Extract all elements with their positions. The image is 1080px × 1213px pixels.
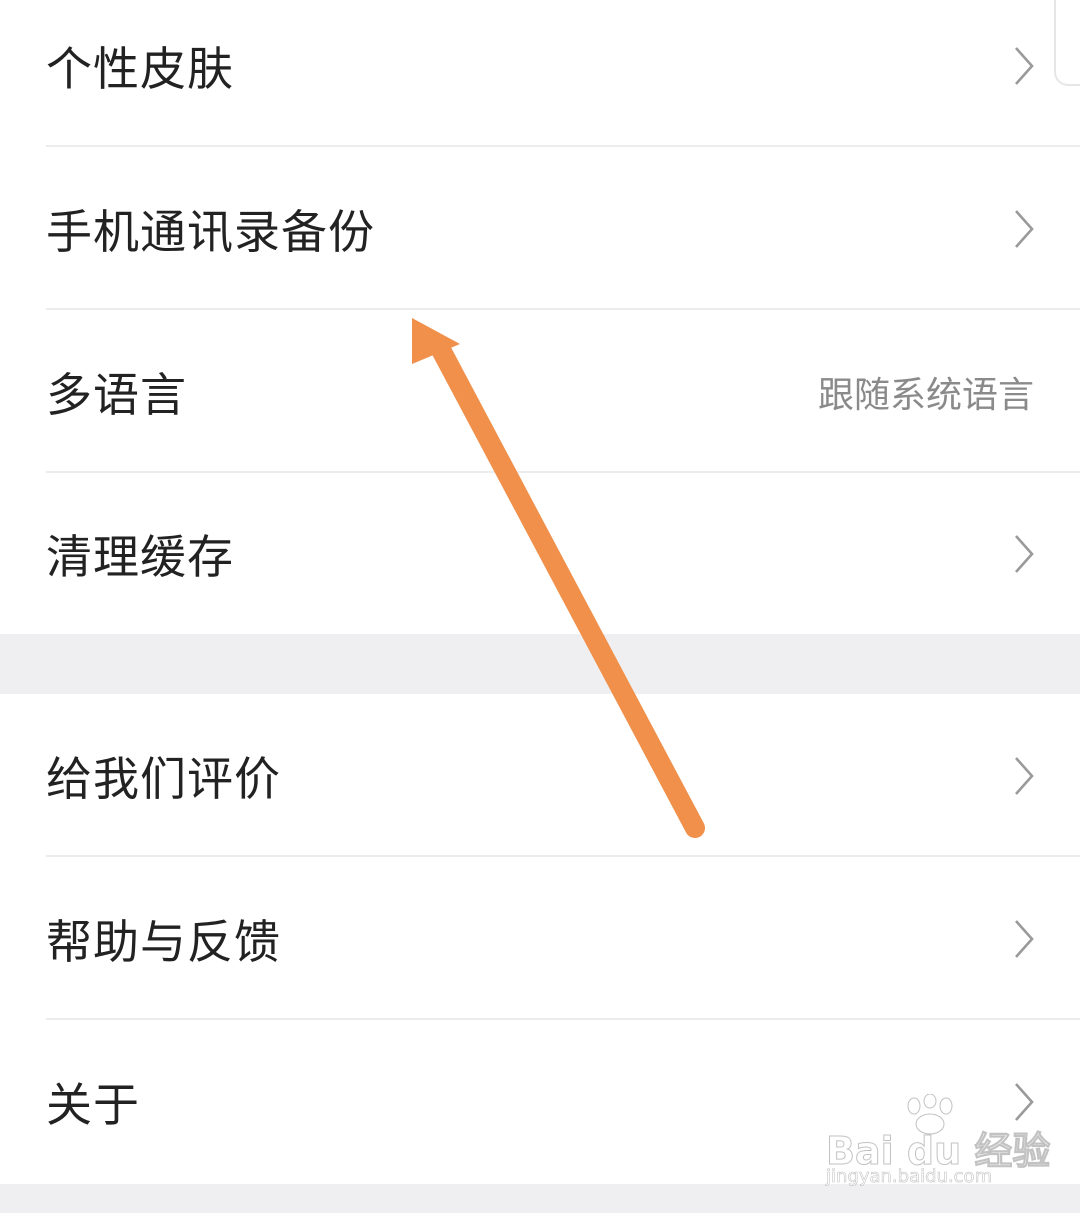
settings-row-contacts-backup[interactable]: 手机通讯录备份 (0, 147, 1080, 310)
chevron-right-icon (1015, 919, 1034, 958)
row-label: 多语言 (46, 367, 187, 422)
chevron-right-icon (1015, 209, 1034, 248)
settings-row-help-feedback[interactable]: 帮助与反馈 (0, 857, 1080, 1020)
row-label: 手机通讯录备份 (46, 204, 375, 259)
top-right-card-edge (1054, 0, 1080, 86)
chevron-right-icon (1015, 46, 1034, 85)
settings-group-general: 个性皮肤 手机通讯录备份 多语言 跟随系统语言 清理缓存 (0, 0, 1080, 634)
settings-screen: 个性皮肤 手机通讯录备份 多语言 跟随系统语言 清理缓存 给我们评价 帮助与反馈 (0, 0, 1080, 1213)
settings-row-rate-us[interactable]: 给我们评价 (0, 694, 1080, 857)
baidu-jingyan-watermark: Bai du 经验 jingyan.baidu.com (825, 1094, 1051, 1194)
watermark-url: jingyan.baidu.com (826, 1166, 993, 1188)
row-label: 关于 (46, 1077, 140, 1132)
row-label: 个性皮肤 (46, 41, 234, 96)
settings-row-language[interactable]: 多语言 跟随系统语言 (0, 310, 1080, 473)
chevron-right-icon (1015, 534, 1034, 573)
row-label: 给我们评价 (46, 751, 281, 806)
settings-row-clear-cache[interactable]: 清理缓存 (0, 472, 1080, 635)
chevron-right-icon (1015, 756, 1034, 795)
row-value-language: 跟随系统语言 (817, 374, 1034, 416)
section-gap (0, 634, 1080, 694)
settings-row-personal-skin[interactable]: 个性皮肤 (0, 0, 1080, 147)
row-label: 帮助与反馈 (46, 914, 281, 969)
row-label: 清理缓存 (46, 529, 234, 584)
